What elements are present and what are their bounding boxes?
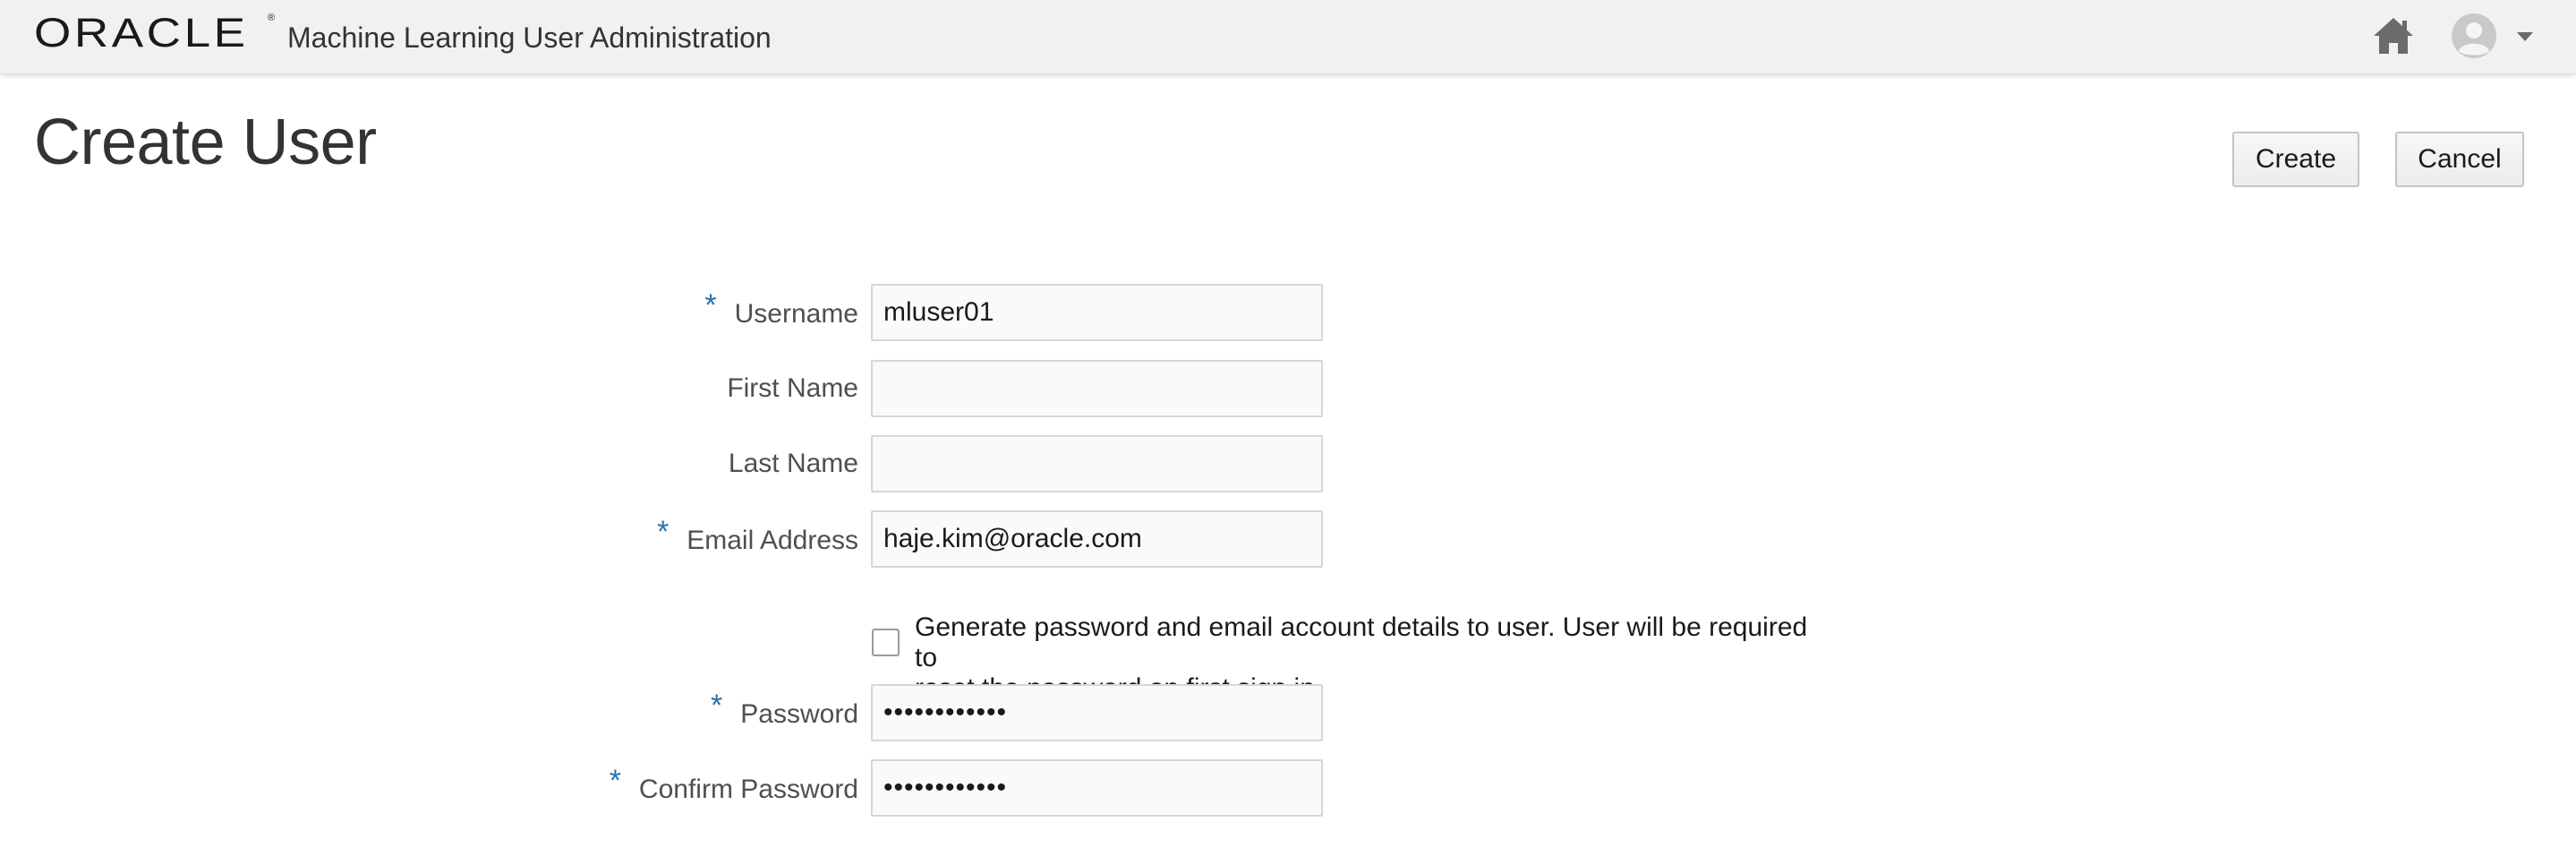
required-marker: * xyxy=(609,764,621,798)
oracle-logo: ORACLE xyxy=(34,10,249,56)
confirm-password-label: * Confirm Password xyxy=(609,764,858,804)
email-input[interactable] xyxy=(871,510,1323,568)
first-name-input[interactable] xyxy=(871,360,1323,417)
required-marker: * xyxy=(711,689,723,723)
username-label: * Username xyxy=(704,288,858,329)
email-label: * Email Address xyxy=(657,515,858,555)
caret-down-icon xyxy=(2517,32,2533,41)
user-menu-button[interactable] xyxy=(2451,11,2533,61)
user-avatar-icon xyxy=(2452,13,2496,58)
password-input[interactable] xyxy=(871,684,1323,741)
last-name-input[interactable] xyxy=(871,435,1323,492)
required-marker: * xyxy=(657,515,670,549)
generate-password-checkbox[interactable] xyxy=(872,629,900,656)
email-row: * Email Address xyxy=(0,510,2576,568)
first-name-row: First Name xyxy=(0,360,2576,417)
home-button[interactable] xyxy=(2370,13,2417,59)
password-row: * Password xyxy=(0,684,2576,741)
confirm-password-input[interactable] xyxy=(871,759,1323,817)
required-marker: * xyxy=(704,288,717,322)
password-label: * Password xyxy=(711,689,858,729)
app-title: Machine Learning User Administration xyxy=(287,21,772,54)
username-input[interactable] xyxy=(871,284,1323,341)
registered-mark: ® xyxy=(268,13,276,23)
last-name-label: Last Name xyxy=(728,449,858,478)
username-row: * Username xyxy=(0,284,2576,341)
cancel-button[interactable]: Cancel xyxy=(2395,132,2524,187)
app-header: ORACLE ® Machine Learning User Administr… xyxy=(0,0,2576,74)
home-icon xyxy=(2374,18,2413,54)
first-name-label: First Name xyxy=(727,373,858,403)
page-title: Create User xyxy=(34,107,377,178)
last-name-row: Last Name xyxy=(0,435,2576,492)
confirm-password-row: * Confirm Password xyxy=(0,759,2576,817)
create-button[interactable]: Create xyxy=(2232,132,2359,187)
